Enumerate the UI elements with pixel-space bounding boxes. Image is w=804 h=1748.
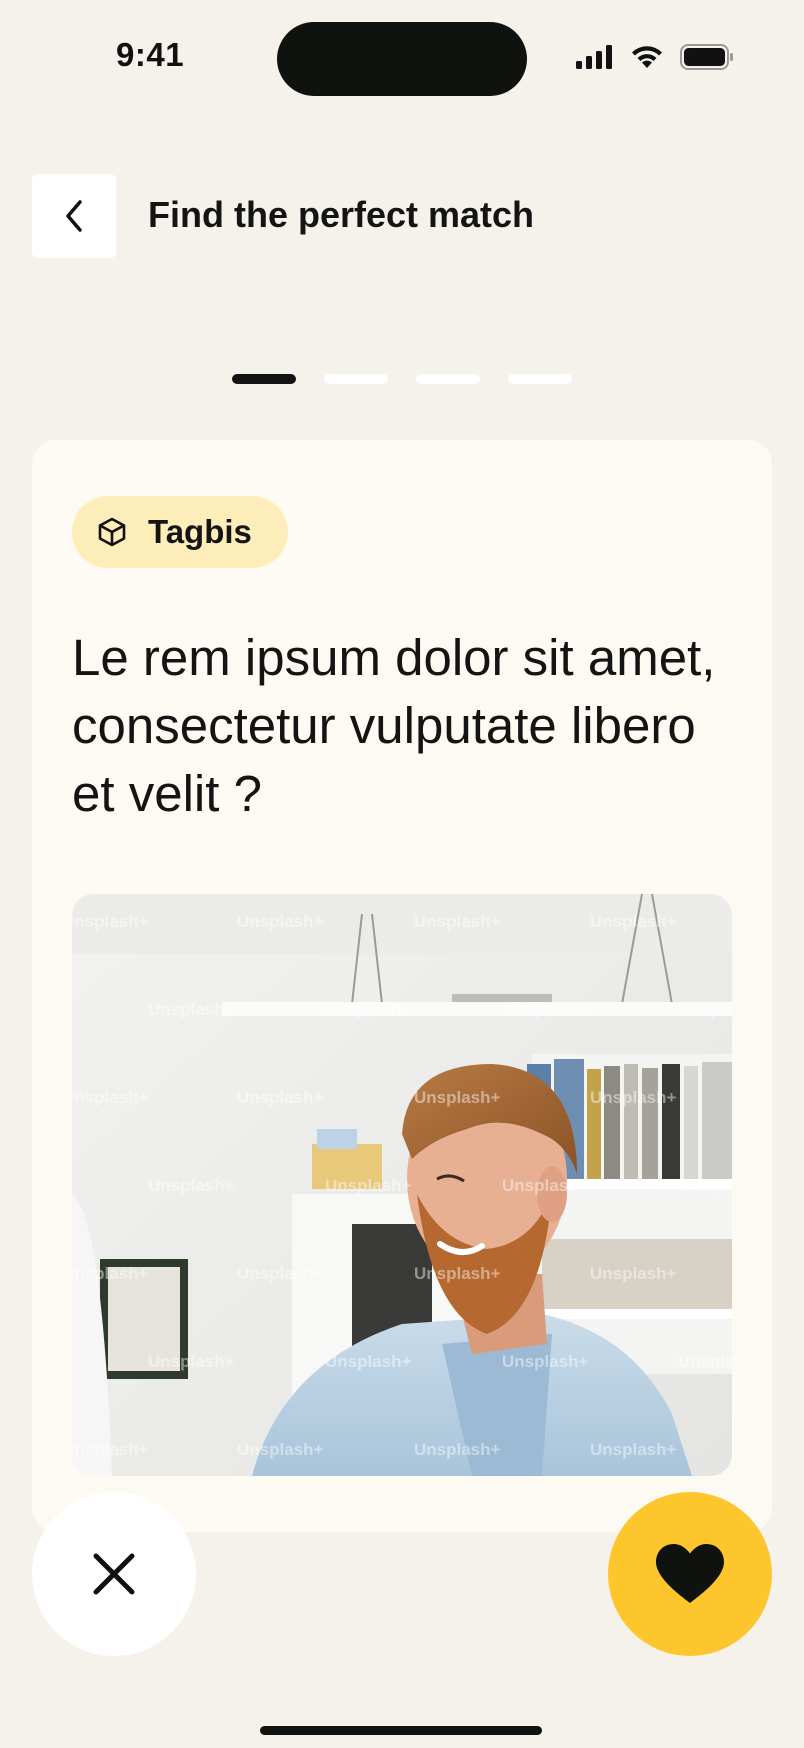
heart-icon — [656, 1544, 724, 1603]
chevron-left-icon — [66, 200, 82, 232]
status-icons — [576, 44, 734, 70]
dynamic-island — [277, 22, 527, 96]
svg-text:Unsplash+: Unsplash+ — [325, 1176, 412, 1195]
svg-text:Unsplash+: Unsplash+ — [72, 1440, 149, 1459]
back-button[interactable] — [32, 174, 116, 258]
svg-text:Unsplash+: Unsplash+ — [590, 1088, 677, 1107]
svg-text:Unsplash+: Unsplash+ — [590, 912, 677, 931]
svg-text:Unsplash+: Unsplash+ — [72, 912, 149, 931]
svg-text:Unsplash+: Unsplash+ — [590, 1264, 677, 1283]
svg-text:Unsplash+: Unsplash+ — [72, 1264, 149, 1283]
question-text: Le rem ipsum dolor sit amet, consectetur… — [72, 629, 716, 822]
progress-step-3 — [416, 374, 480, 384]
box-icon — [98, 517, 126, 547]
svg-text:Unsplash+: Unsplash+ — [502, 1352, 589, 1371]
profile-photo: Unsplash+ Unsplash+ Unsplash+ Unsplash+ … — [72, 894, 732, 1476]
like-button[interactable] — [608, 1492, 772, 1656]
dismiss-button[interactable] — [32, 1492, 196, 1656]
svg-text:Unsplash+: Unsplash+ — [502, 1176, 589, 1195]
svg-text:Unsplash+: Unsplash+ — [678, 1176, 732, 1195]
battery-icon — [680, 44, 733, 70]
svg-text:Unsplash+: Unsplash+ — [678, 1000, 732, 1019]
photo-of-smiling-man-in-office: Unsplash+ Unsplash+ Unsplash+ Unsplash+ … — [72, 894, 732, 1476]
svg-text:Unsplash+: Unsplash+ — [502, 1000, 589, 1019]
progress-step-2 — [324, 374, 388, 384]
svg-text:Unsplash+: Unsplash+ — [237, 1440, 324, 1459]
wifi-icon — [632, 46, 662, 68]
status-bar: 9:41 — [0, 0, 804, 110]
svg-text:Unsplash+: Unsplash+ — [678, 1352, 732, 1371]
svg-text:Unsplash+: Unsplash+ — [148, 1176, 235, 1195]
svg-text:Unsplash+: Unsplash+ — [148, 1000, 235, 1019]
close-icon — [93, 1553, 135, 1595]
svg-text:Unsplash+: Unsplash+ — [237, 912, 324, 931]
svg-text:Unsplash+: Unsplash+ — [414, 912, 501, 931]
svg-text:Unsplash+: Unsplash+ — [414, 1440, 501, 1459]
step-progress-indicator — [232, 374, 572, 384]
svg-text:Unsplash+: Unsplash+ — [325, 1000, 412, 1019]
match-card[interactable]: Tagbis Le rem ipsum dolor sit amet, cons… — [32, 440, 772, 1532]
progress-step-4 — [508, 374, 572, 384]
svg-text:Unsplash+: Unsplash+ — [414, 1088, 501, 1107]
svg-text:Unsplash+: Unsplash+ — [325, 1352, 412, 1371]
home-indicator[interactable] — [260, 1726, 542, 1735]
svg-text:Unsplash+: Unsplash+ — [72, 1088, 149, 1107]
svg-text:Unsplash+: Unsplash+ — [414, 1264, 501, 1283]
cellular-signal-icon — [576, 45, 612, 69]
page-title: Find the perfect match — [148, 194, 535, 235]
category-tag: Tagbis — [72, 496, 288, 568]
svg-text:Unsplash+: Unsplash+ — [148, 1352, 235, 1371]
svg-text:Unsplash+: Unsplash+ — [237, 1264, 324, 1283]
svg-text:Unsplash+: Unsplash+ — [590, 1440, 677, 1459]
svg-text:Unsplash+: Unsplash+ — [237, 1088, 324, 1107]
status-time: 9:41 — [116, 36, 185, 73]
tag-label: Tagbis — [148, 513, 252, 550]
progress-step-1 — [232, 374, 296, 384]
